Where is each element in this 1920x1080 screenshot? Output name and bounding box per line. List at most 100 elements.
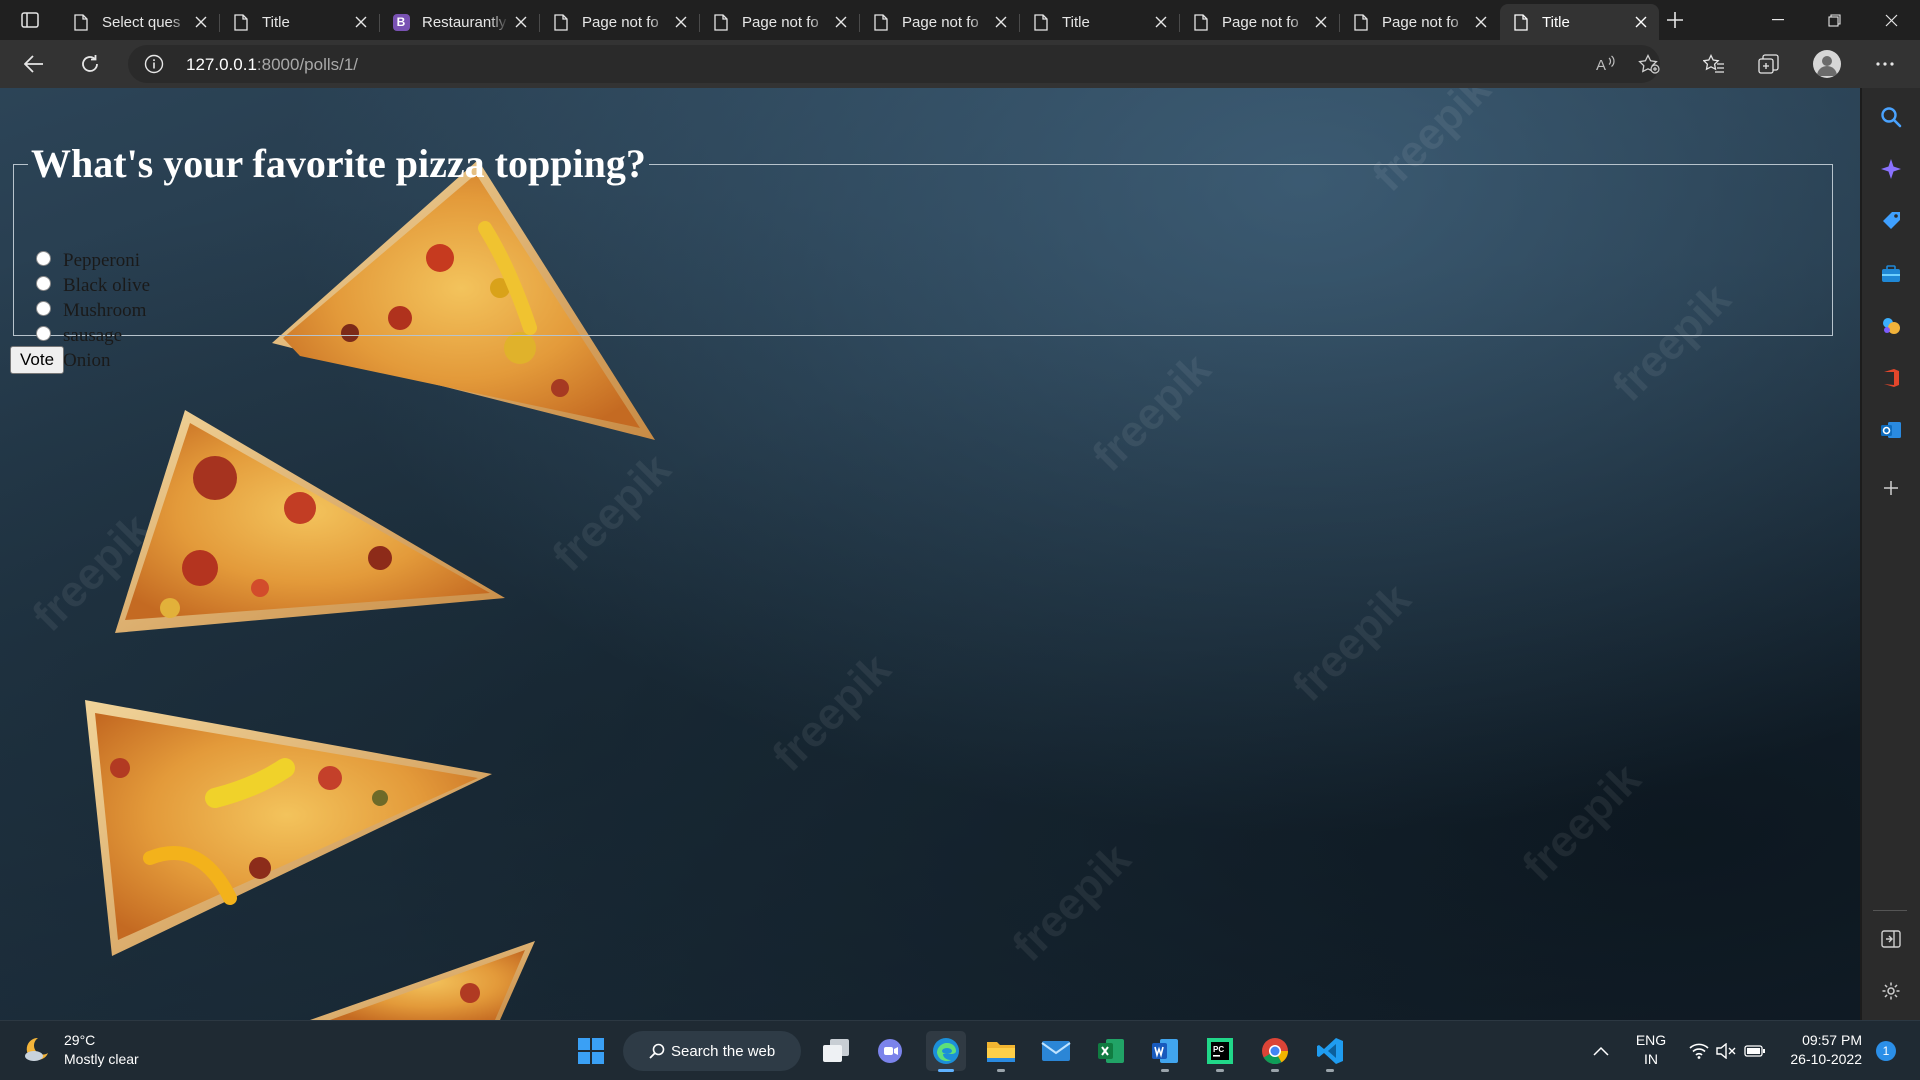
weather-widget[interactable]: 29°C Mostly clear	[22, 1031, 139, 1069]
battery-status-button[interactable]	[1740, 1031, 1770, 1071]
sidebar-office-icon[interactable]	[1877, 364, 1905, 392]
new-tab-button[interactable]	[1660, 6, 1690, 34]
favorites-button[interactable]	[1697, 48, 1731, 80]
sidebar-search-icon[interactable]	[1877, 103, 1905, 131]
browser-tab[interactable]: Page not fo	[700, 4, 860, 40]
page-icon	[712, 13, 730, 31]
read-aloud-icon[interactable]: A	[1593, 53, 1619, 75]
close-tab-icon[interactable]	[1629, 10, 1653, 34]
clock-date: 26-10-2022	[1790, 1051, 1862, 1067]
back-button[interactable]	[17, 48, 51, 80]
mail-button[interactable]	[1036, 1031, 1076, 1071]
close-tab-icon[interactable]	[1309, 10, 1333, 34]
choice-label[interactable]: Mushroom	[63, 300, 146, 322]
browser-tab[interactable]: Select ques	[60, 4, 220, 40]
clock-time: 09:57 PM	[1802, 1032, 1862, 1048]
task-view-button[interactable]	[816, 1031, 856, 1071]
more-icon	[1876, 62, 1894, 66]
close-tab-icon[interactable]	[349, 10, 373, 34]
notification-badge[interactable]: 1	[1876, 1041, 1896, 1061]
chrome-button[interactable]	[1255, 1031, 1295, 1072]
show-hidden-icons-button[interactable]	[1586, 1031, 1616, 1071]
language-code: ENG	[1635, 1032, 1667, 1048]
taskbar-search-box[interactable]: Search the web	[623, 1031, 801, 1071]
choice-item[interactable]: Pepperoni	[36, 248, 150, 273]
browser-tab[interactable]: Page not fo	[1180, 4, 1340, 40]
wifi-status-button[interactable]	[1684, 1031, 1714, 1071]
running-indicator	[1326, 1069, 1334, 1072]
browser-tab[interactable]: Page not fo	[540, 4, 700, 40]
sidebar-settings-icon[interactable]	[1877, 977, 1905, 1005]
teams-chat-button[interactable]	[870, 1031, 910, 1071]
edge-taskbar-button[interactable]	[926, 1031, 966, 1072]
word-button[interactable]	[1145, 1031, 1185, 1072]
add-favorite-icon[interactable]	[1636, 53, 1662, 75]
close-tab-icon[interactable]	[989, 10, 1013, 34]
browser-tab[interactable]: Page not fo	[860, 4, 1020, 40]
choice-radio[interactable]	[36, 326, 51, 341]
choice-item[interactable]: Black olive	[36, 273, 150, 298]
sidebar-discover-icon[interactable]	[1877, 155, 1905, 183]
language-indicator[interactable]: ENG IN	[1633, 1031, 1669, 1069]
pycharm-button[interactable]: PC	[1200, 1031, 1240, 1072]
tab-title: Title	[1062, 13, 1090, 31]
address-bar[interactable]: 127.0.0.1:8000/polls/1/ A	[128, 45, 1660, 83]
back-arrow-icon	[24, 55, 44, 73]
choice-radio[interactable]	[36, 301, 51, 316]
sidebar-add-icon[interactable]	[1877, 474, 1905, 502]
weather-temperature: 29°C	[64, 1032, 96, 1048]
wifi-icon	[1689, 1043, 1709, 1059]
url-text[interactable]: 127.0.0.1:8000/polls/1/	[186, 55, 358, 75]
close-tab-icon[interactable]	[509, 10, 533, 34]
close-tab-icon[interactable]	[669, 10, 693, 34]
plus-icon	[1666, 11, 1684, 29]
choice-label[interactable]: Black olive	[63, 275, 150, 297]
file-explorer-button[interactable]	[981, 1031, 1021, 1072]
start-button[interactable]	[571, 1031, 611, 1071]
browser-tab[interactable]: B Restaurantly	[380, 4, 540, 40]
close-tab-icon[interactable]	[189, 10, 213, 34]
choice-item[interactable]: sausage	[36, 323, 150, 348]
site-info-icon[interactable]	[144, 54, 164, 74]
browser-tab[interactable]: Page not fo	[1340, 4, 1499, 40]
sidebar-shopping-icon[interactable]	[1877, 207, 1905, 235]
tab-title: Title	[262, 13, 290, 31]
choice-radio[interactable]	[36, 251, 51, 266]
choice-label[interactable]: Onion	[63, 350, 111, 372]
volume-muted-icon	[1716, 1043, 1736, 1059]
excel-button[interactable]	[1091, 1031, 1131, 1071]
vscode-button[interactable]	[1310, 1031, 1350, 1072]
sidebar-games-icon[interactable]	[1877, 312, 1905, 340]
choice-label[interactable]: sausage	[63, 325, 122, 347]
word-icon	[1151, 1037, 1179, 1065]
close-tab-icon[interactable]	[1149, 10, 1173, 34]
choice-radio[interactable]	[36, 276, 51, 291]
close-tab-icon[interactable]	[829, 10, 853, 34]
page-icon	[232, 13, 250, 31]
running-indicator	[938, 1069, 954, 1072]
browser-tab-active[interactable]: Title	[1500, 4, 1659, 40]
clock[interactable]: 09:57 PM 26-10-2022	[1780, 1031, 1862, 1069]
sidebar-hide-icon[interactable]	[1877, 925, 1905, 953]
profile-avatar[interactable]	[1813, 50, 1841, 78]
choice-item[interactable]: Mushroom	[36, 298, 150, 323]
close-tab-icon[interactable]	[1469, 10, 1493, 34]
browser-tab[interactable]: Title	[1020, 4, 1180, 40]
volume-status-button[interactable]	[1712, 1031, 1740, 1071]
collections-button[interactable]	[1752, 48, 1786, 80]
tab-actions-menu-button[interactable]	[10, 7, 50, 33]
browser-tab[interactable]: Title	[220, 4, 380, 40]
settings-more-button[interactable]	[1868, 48, 1902, 80]
sidebar-outlook-icon[interactable]	[1877, 416, 1905, 444]
running-indicator	[1271, 1069, 1279, 1072]
browser-tab-strip: Select ques Title B Restaurantly Page no…	[0, 0, 1920, 40]
page-icon	[552, 13, 570, 31]
vote-button[interactable]: Vote	[10, 346, 65, 374]
refresh-button[interactable]	[73, 48, 107, 80]
sidebar-tools-icon[interactable]	[1877, 260, 1905, 288]
svg-text:A: A	[1596, 57, 1606, 73]
restore-button[interactable]	[1806, 0, 1863, 40]
minimize-button[interactable]	[1749, 0, 1806, 40]
choice-label[interactable]: Pepperoni	[63, 250, 140, 272]
close-window-button[interactable]	[1863, 0, 1920, 40]
